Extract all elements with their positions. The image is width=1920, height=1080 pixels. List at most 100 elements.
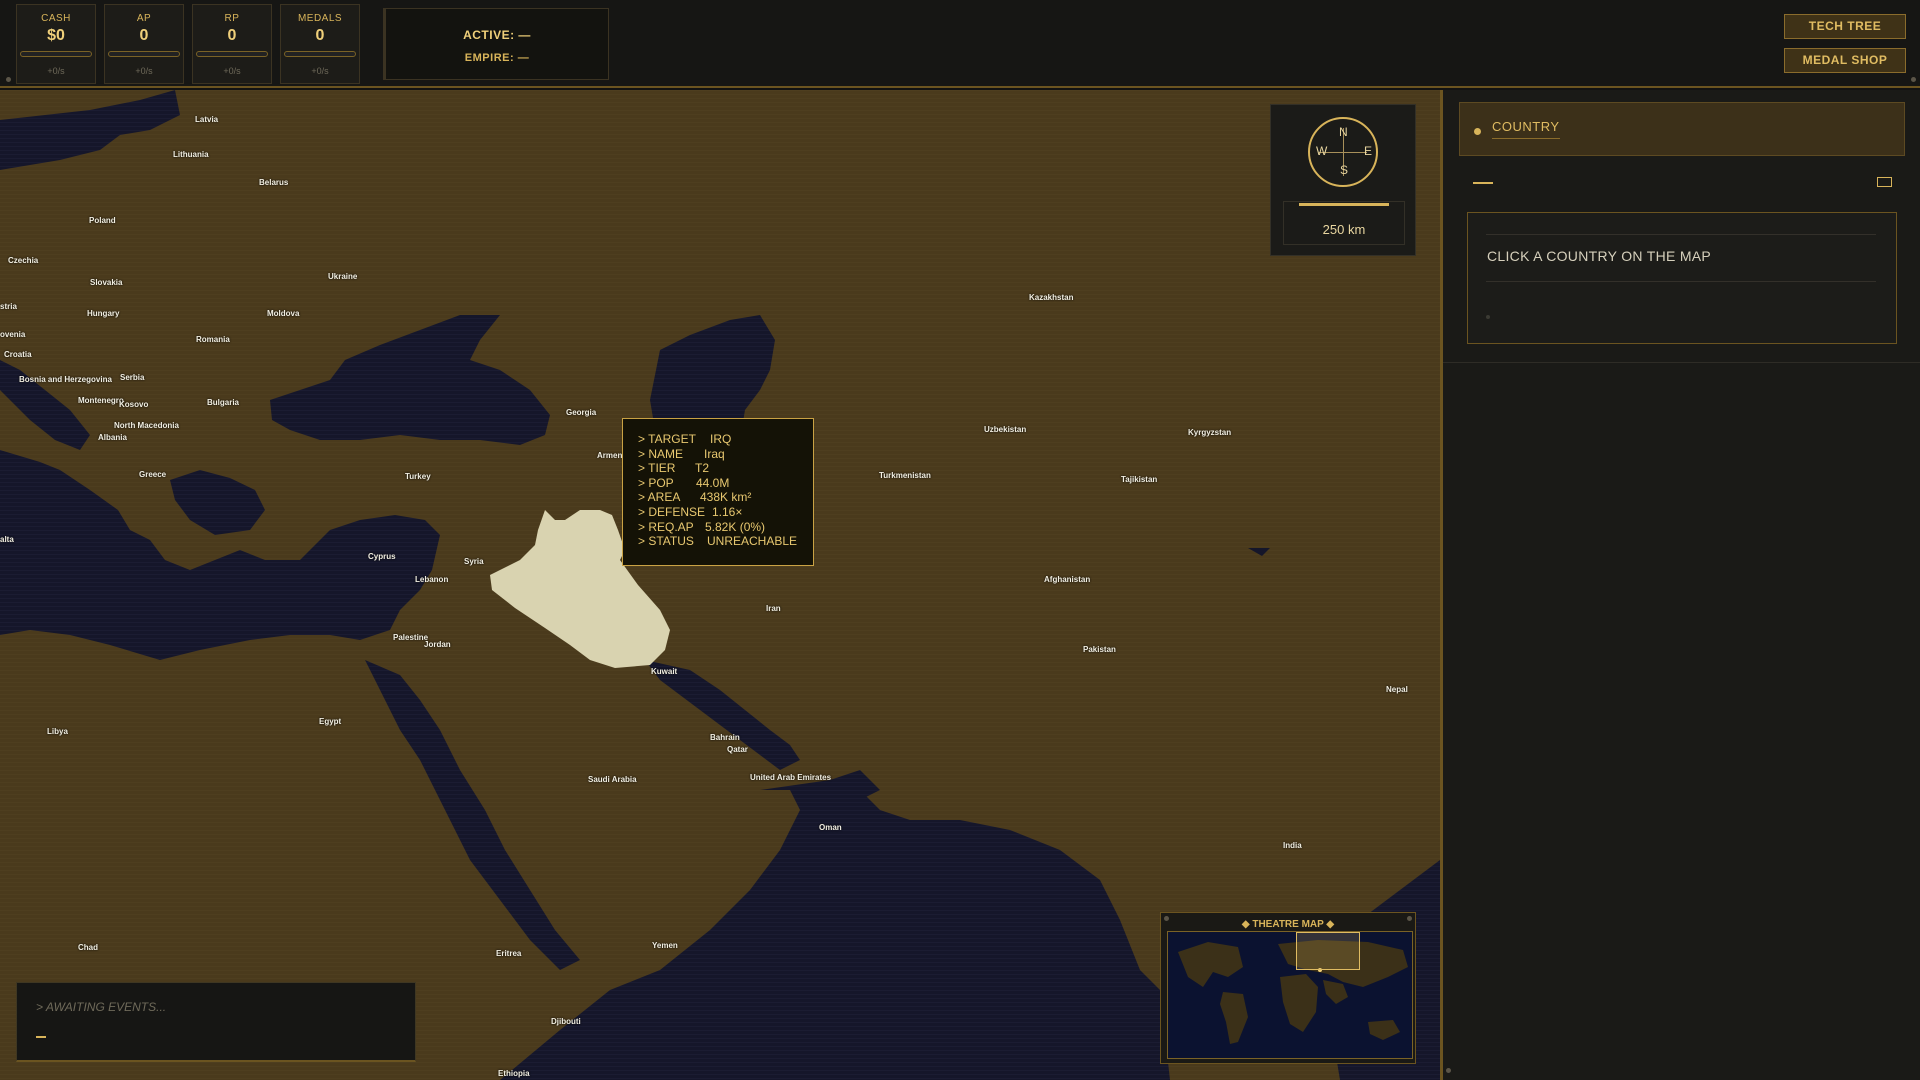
divider [1486, 281, 1876, 282]
tooltip-row: > TARGET IRQ [638, 432, 813, 447]
country-label[interactable]: Afghanistan [1044, 575, 1090, 584]
country-label[interactable]: Serbia [120, 373, 144, 382]
country-label[interactable]: Djibouti [551, 1017, 581, 1026]
stat-rate: +0/s [223, 66, 241, 76]
country-label[interactable]: ovenia [0, 330, 25, 339]
country-label[interactable]: Pakistan [1083, 645, 1116, 654]
empire-status: EMPIRE: — [464, 52, 530, 64]
country-label[interactable]: Kyrgyzstan [1188, 428, 1231, 437]
country-label[interactable]: Qatar [727, 745, 748, 754]
country-label[interactable]: Ethiopia [498, 1069, 530, 1078]
stat-rate: +0/s [47, 66, 65, 76]
scale-indicator: 250 km [1283, 201, 1405, 245]
country-label[interactable]: Egypt [319, 717, 341, 726]
country-label[interactable]: Palestine [393, 633, 428, 642]
country-label[interactable]: Czechia [8, 256, 38, 265]
country-label[interactable]: Uzbekistan [984, 425, 1026, 434]
country-label[interactable]: stria [0, 302, 17, 311]
country-label[interactable]: Albania [98, 433, 127, 442]
country-label[interactable]: Slovakia [90, 278, 122, 287]
country-label[interactable]: Bulgaria [207, 398, 239, 407]
country-label[interactable]: Kazakhstan [1029, 293, 1073, 302]
country-label[interactable]: Eritrea [496, 949, 521, 958]
country-label[interactable]: Oman [819, 823, 842, 832]
country-label[interactable]: Tajikistan [1121, 475, 1157, 484]
stat-value: $0 [47, 27, 65, 44]
country-label[interactable]: Lithuania [173, 150, 209, 159]
country-label[interactable]: Hungary [87, 309, 119, 318]
compass-north: N [1339, 125, 1348, 139]
select-country-prompt: CLICK A COUNTRY ON THE MAP [1487, 248, 1712, 264]
country-label[interactable]: Lebanon [415, 575, 448, 584]
country-label[interactable]: Nepal [1386, 685, 1408, 694]
tooltip-key: > DEFENSE [638, 504, 706, 519]
scale-bar [1299, 203, 1389, 206]
country-label[interactable]: Latvia [195, 115, 218, 124]
country-label[interactable]: Montenegro [78, 396, 124, 405]
tooltip-value: 5.82K (0%) [705, 519, 766, 534]
country-label[interactable]: Kosovo [119, 400, 148, 409]
country-label[interactable]: Ukraine [328, 272, 357, 281]
stat-rate: +0/s [311, 66, 329, 76]
country-label[interactable]: India [1283, 841, 1302, 850]
stat-value: 0 [139, 27, 149, 44]
country-label[interactable]: Iran [766, 604, 781, 613]
minimap-canvas[interactable] [1167, 931, 1413, 1059]
country-label[interactable]: Saudi Arabia [588, 775, 637, 784]
tooltip-value: IRQ [710, 432, 732, 446]
stat-cash: CASH $0 +0/s [16, 4, 96, 84]
theatre-minimap[interactable]: ◆ THEATRE MAP ◆ [1160, 912, 1416, 1064]
country-label[interactable]: Cyprus [368, 552, 396, 561]
country-label[interactable]: Syria [464, 557, 484, 566]
stat-label: CASH [41, 13, 71, 24]
compass-south: S [1340, 163, 1349, 177]
minimap-world-icon [1178, 940, 1408, 1044]
stat-ap: AP 0 +0/s [104, 4, 184, 84]
divider [1486, 234, 1876, 235]
country-label[interactable]: Libya [47, 727, 68, 736]
stat-value: 0 [227, 27, 237, 44]
country-label[interactable]: Georgia [566, 408, 596, 417]
theatre-map-title: ◆ THEATRE MAP ◆ [1241, 919, 1335, 930]
country-label[interactable]: Romania [196, 335, 230, 344]
country-label[interactable]: Kuwait [651, 667, 677, 676]
country-info-card: CLICK A COUNTRY ON THE MAP [1467, 212, 1897, 344]
country-label[interactable]: Bosnia and Herzegovina [19, 375, 112, 384]
world-map[interactable]: Latvia Lithuania Belarus Poland Czechia … [0, 90, 1440, 1080]
collapse-icon[interactable] [1473, 182, 1493, 184]
medal-shop-button[interactable]: MEDAL SHOP [1784, 48, 1906, 73]
tooltip-row: > TIER T2 [638, 461, 813, 476]
stat-label: AP [136, 13, 152, 24]
stat-label: MEDALS [297, 13, 343, 24]
tooltip-row: > NAME Iraq [638, 447, 813, 462]
tech-tree-button[interactable]: TECH TREE [1784, 14, 1906, 39]
country-label[interactable]: Greece [139, 470, 166, 479]
tooltip-value: UNREACHABLE [707, 534, 798, 549]
country-label[interactable]: Turkmenistan [879, 471, 931, 480]
country-label[interactable]: Moldova [267, 309, 299, 318]
stat-label: RP [224, 13, 240, 24]
country-label[interactable]: Jordan [424, 640, 451, 649]
compass-west: W [1316, 144, 1328, 158]
country-label[interactable]: Belarus [259, 178, 288, 187]
tooltip-key: > AREA [638, 490, 681, 505]
stat-progress-bar [284, 51, 356, 57]
country-label[interactable]: alta [0, 535, 14, 544]
country-label[interactable]: Poland [89, 216, 116, 225]
country-label[interactable]: Chad [78, 943, 98, 952]
stat-progress-bar [20, 51, 92, 57]
top-hud: CASH $0 +0/s AP 0 +0/s RP 0 +0/s MEDALS … [0, 0, 1920, 88]
expand-icon[interactable] [1877, 177, 1892, 187]
country-label[interactable]: United Arab Emirates [750, 773, 831, 782]
country-label[interactable]: Croatia [4, 350, 32, 359]
country-label[interactable]: Bahrain [710, 733, 740, 742]
country-label[interactable]: Yemen [652, 941, 678, 950]
minimap-viewport[interactable] [1296, 932, 1360, 970]
tooltip-key: > TIER [638, 461, 676, 476]
country-label[interactable]: North Macedonia [114, 421, 179, 430]
tooltip-value: 1.16× [712, 504, 743, 519]
event-log-message: > AWAITING EVENTS... [36, 1000, 167, 1014]
panel-header: COUNTRY [1459, 102, 1905, 156]
country-label[interactable]: Turkey [405, 472, 431, 481]
compass-east: E [1364, 144, 1373, 158]
